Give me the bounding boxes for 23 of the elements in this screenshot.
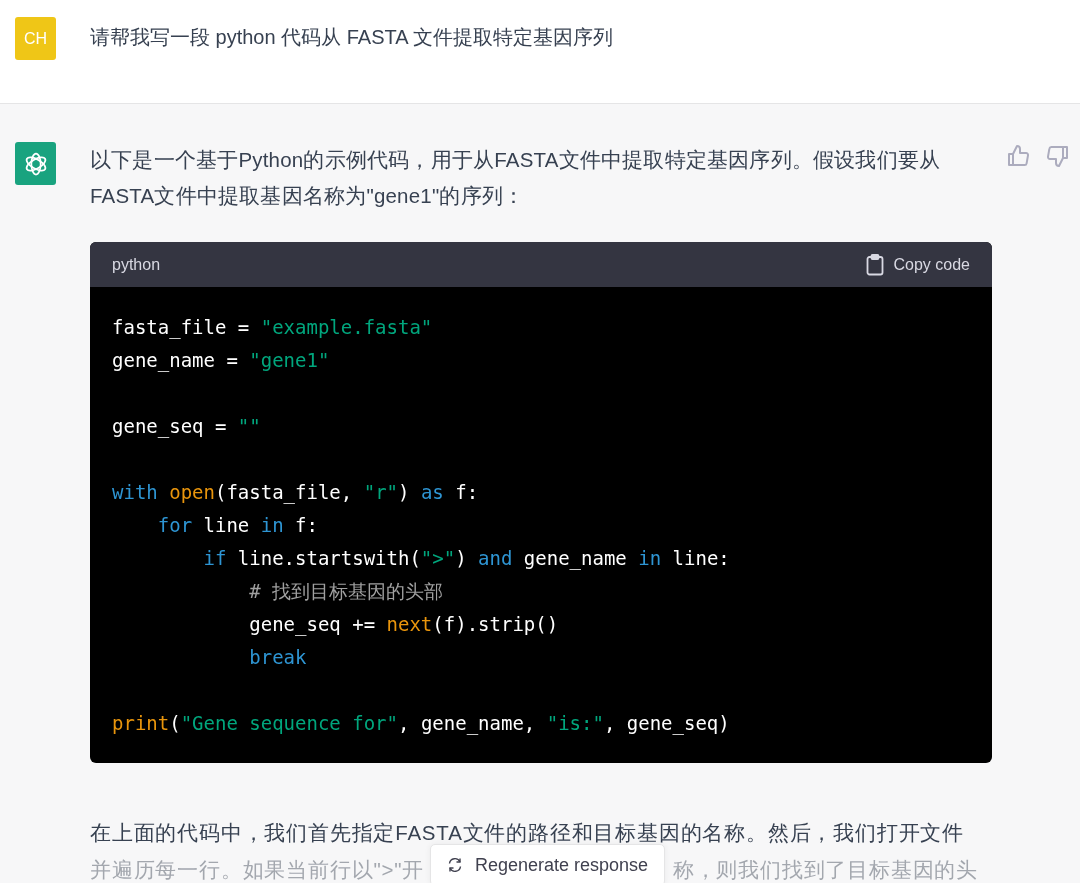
user-message: 请帮我写一段 python 代码从 FASTA 文件提取特定基因序列 xyxy=(90,25,614,50)
clipboard-icon xyxy=(865,253,884,276)
faded-text: 并遍历每一行。如果当前行以">"开 xyxy=(90,857,425,883)
code-line: gene_name = "gene1" xyxy=(112,348,331,374)
code-language: python xyxy=(112,254,161,275)
code-line: with open(fasta_file, "r") as f: xyxy=(112,480,480,506)
code-line: fasta_file = "example.fasta" xyxy=(112,315,434,341)
explanation-text: 在上面的代码中，我们首先指定FASTA文件的路径和目标基因的名称。然后，我们打开文件 xyxy=(90,820,965,846)
regenerate-response-button[interactable]: Regenerate response xyxy=(430,844,666,883)
faded-text: 称，则我们找到了目标基因的头 xyxy=(672,857,978,883)
code-line: print("Gene sequence for", gene_name, "is:", gene_seq) xyxy=(112,711,731,737)
code-line: for line in f: xyxy=(156,513,319,538)
thumbs-up-icon[interactable] xyxy=(1006,144,1030,168)
assistant-message: 以下是一个基于Python的示例代码，用于从FASTA文件中提取特定基因序列。假设我们要从FASTA文件中提取基因名称为"gene1"的序列： xyxy=(90,147,942,209)
code-line: if line.startswith(">") and gene_name in line: xyxy=(202,546,731,572)
code-line: break xyxy=(248,645,308,670)
code-line: gene_seq += next(f).strip() xyxy=(248,612,560,638)
user-avatar: CH xyxy=(15,17,56,60)
thumbs-down-icon[interactable] xyxy=(1046,144,1070,168)
code-line: gene_seq = "" xyxy=(112,414,262,440)
refresh-icon xyxy=(447,857,463,873)
copy-code-button[interactable]: Copy code xyxy=(865,252,970,277)
code-line: # 找到目标基因的头部 xyxy=(248,579,445,604)
